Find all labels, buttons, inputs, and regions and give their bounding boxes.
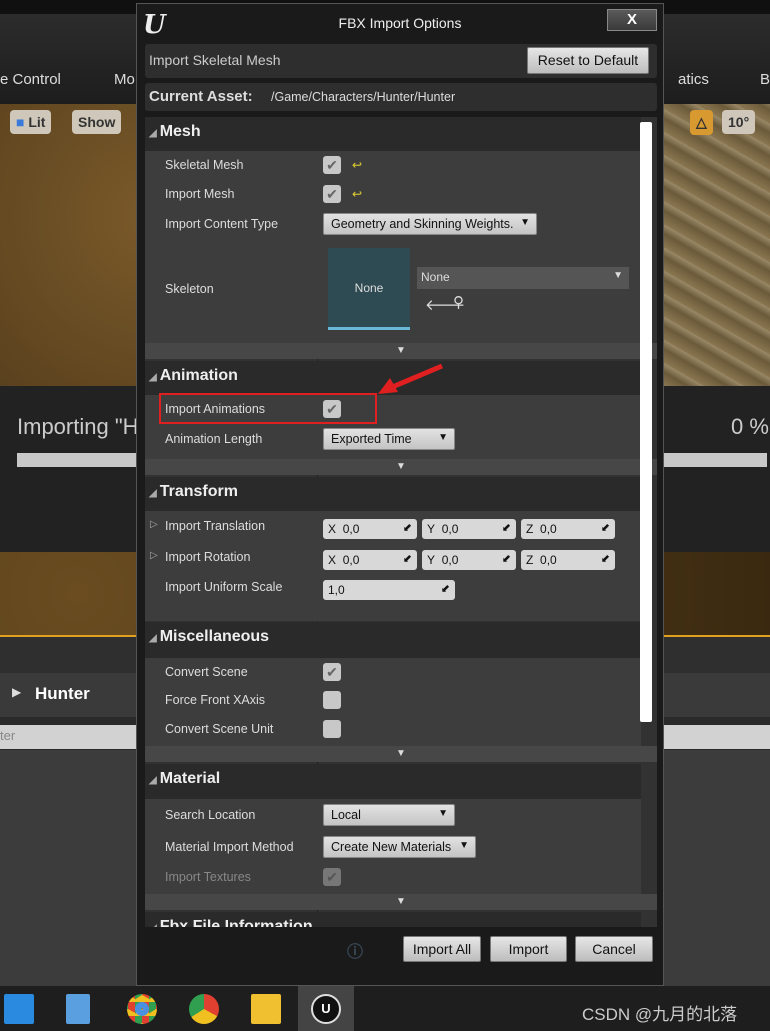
skeleton-value: None xyxy=(421,270,450,284)
dialog-title: FBX Import Options xyxy=(338,15,462,31)
current-asset-label: Current Asset: xyxy=(149,88,253,105)
section-material[interactable]: ◢ Material xyxy=(145,764,641,799)
convert-scene-checkbox[interactable]: ✔ xyxy=(323,663,341,681)
viewport-right xyxy=(664,104,770,386)
watermark: CSDN @九月的北落 xyxy=(582,1005,738,1024)
import-all-button[interactable]: Import All xyxy=(403,936,481,962)
section-transform[interactable]: ◢ Transform xyxy=(145,477,641,511)
reset-arrow-icon[interactable]: ↩ xyxy=(352,187,362,201)
skeletal-mesh-label: Skeletal Mesh xyxy=(165,158,244,172)
skeleton-picker[interactable]: None ▼ xyxy=(417,267,629,289)
search-location-dropdown[interactable]: Local ▼ xyxy=(323,804,455,826)
convert-scene-label: Convert Scene xyxy=(165,665,248,679)
build-label[interactable]: B xyxy=(760,71,770,88)
source-control-label[interactable]: e Control xyxy=(0,71,61,88)
section-mesh[interactable]: ◢ Mesh xyxy=(145,117,641,151)
percent-text: 0 % xyxy=(731,414,769,439)
show-button[interactable]: Show xyxy=(72,110,122,134)
scrollbar[interactable] xyxy=(640,122,652,722)
importing-text: Importing "H xyxy=(17,414,139,439)
rotation-z[interactable]: Z 0,0 ⬋ xyxy=(521,550,615,570)
content-type-label: Import Content Type xyxy=(165,217,279,231)
import-mesh-label: Import Mesh xyxy=(165,187,235,201)
import-type: Import Skeletal Mesh xyxy=(149,52,281,68)
skeletal-mesh-checkbox[interactable]: ✔ xyxy=(323,156,341,174)
reset-arrow-icon[interactable]: ↩ xyxy=(352,158,362,172)
material-method-dropdown[interactable]: Create New Materials ▼ xyxy=(323,836,476,858)
material-header: Material xyxy=(159,770,221,787)
section-miscellaneous[interactable]: ◢ Miscellaneous xyxy=(145,622,641,658)
close-button[interactable]: X xyxy=(607,9,657,31)
material-method-value: Create New Materials xyxy=(331,840,452,854)
rotation-y[interactable]: Y 0,0 ⬋ xyxy=(422,550,516,570)
animation-length-label: Animation Length xyxy=(165,432,263,446)
computer-icon[interactable] xyxy=(66,994,90,1024)
import-translation-label: Import Translation xyxy=(165,519,266,533)
skeleton-thumbnail[interactable]: None xyxy=(328,248,410,330)
help-icon[interactable]: ⓘ xyxy=(347,938,363,962)
translation-y[interactable]: Y 0,0 ⬋ xyxy=(422,519,516,539)
material-method-label: Material Import Method xyxy=(165,840,294,854)
current-asset-path: /Game/Characters/Hunter/Hunter xyxy=(271,90,456,104)
import-mesh-checkbox[interactable]: ✔ xyxy=(323,185,341,203)
angle-snap-value[interactable]: 10° xyxy=(722,110,756,134)
uniform-scale-label: Import Uniform Scale xyxy=(165,580,283,594)
animation-length-value: Exported Time xyxy=(331,432,412,446)
mesh-header: Mesh xyxy=(159,123,201,140)
search-location-value: Local xyxy=(331,808,361,822)
cinematics-label[interactable]: atics xyxy=(678,71,709,88)
uniform-scale-input[interactable]: 1,0 ⬋ xyxy=(323,580,455,600)
rotation-x[interactable]: X 0,0 ⬋ xyxy=(323,550,417,570)
lit-label: Lit xyxy=(28,114,46,130)
hunter-label: Hunter xyxy=(35,684,90,703)
import-textures-label: Import Textures xyxy=(165,870,251,884)
mesh-expand-advanced[interactable]: ▼ xyxy=(145,343,657,359)
chrome-icon[interactable] xyxy=(189,994,219,1024)
translation-x[interactable]: X 0,0 ⬋ xyxy=(323,519,417,539)
skeleton-label: Skeleton xyxy=(165,282,214,296)
browse-magnifier-icon[interactable]: ⚲ xyxy=(453,293,464,311)
content-type-dropdown[interactable]: Geometry and Skinning Weights. ▼ xyxy=(323,213,537,235)
cancel-button[interactable]: Cancel xyxy=(575,936,653,962)
highlight-box xyxy=(159,393,377,424)
expand-arrow-icon[interactable]: ▷ xyxy=(150,519,158,530)
animation-header: Animation xyxy=(159,367,238,384)
taskbar: U CSDN @九月的北落 xyxy=(0,986,770,1031)
annotation-arrow-icon xyxy=(378,363,443,394)
force-front-label: Force Front XAxis xyxy=(165,693,266,707)
import-button[interactable]: Import xyxy=(490,936,567,962)
fbx-info-header: Fbx File Information xyxy=(159,918,313,927)
search-location-label: Search Location xyxy=(165,808,256,822)
expand-arrow-icon[interactable]: ▷ xyxy=(150,550,158,561)
transform-header: Transform xyxy=(159,483,238,500)
chrome-icon[interactable] xyxy=(127,994,157,1024)
animation-length-dropdown[interactable]: Exported Time ▼ xyxy=(323,428,455,450)
content-type-value: Geometry and Skinning Weights. xyxy=(331,217,514,231)
file-explorer-icon[interactable] xyxy=(251,994,281,1024)
force-front-checkbox[interactable]: ✔ xyxy=(323,691,341,709)
translation-z[interactable]: Z 0,0 ⬋ xyxy=(521,519,615,539)
mail-icon[interactable] xyxy=(4,994,34,1024)
convert-unit-checkbox[interactable]: ✔ xyxy=(323,720,341,738)
convert-unit-label: Convert Scene Unit xyxy=(165,722,274,736)
import-rotation-label: Import Rotation xyxy=(165,550,251,564)
angle-snap-icon[interactable]: △ xyxy=(690,110,713,135)
modes-label[interactable]: Mo xyxy=(114,71,135,88)
current-asset-bar: Current Asset: /Game/Characters/Hunter/H… xyxy=(145,83,657,111)
misc-header: Miscellaneous xyxy=(159,628,270,645)
unreal-taskbar-button[interactable]: U xyxy=(298,986,354,1031)
import-textures-checkbox: ✔ xyxy=(323,868,341,886)
misc-expand-advanced[interactable]: ▼ xyxy=(145,746,657,762)
reset-to-default-button[interactable]: Reset to Default xyxy=(527,47,649,74)
fbx-import-dialog: U FBX Import Options X Import Skeletal M… xyxy=(136,3,664,986)
property-panel: ◢ Mesh Skeletal Mesh ✔ ↩ Import Mesh ✔ ↩ Im… xyxy=(145,117,657,927)
lit-button[interactable]: ■ Lit xyxy=(10,110,52,134)
import-type-bar: Import Skeletal Mesh Reset to Default xyxy=(145,44,657,78)
animation-expand-advanced[interactable]: ▼ xyxy=(145,459,657,475)
section-fbx-info[interactable]: ◢Fbx File Information xyxy=(145,912,641,927)
material-expand-advanced[interactable]: ▼ xyxy=(145,894,657,910)
